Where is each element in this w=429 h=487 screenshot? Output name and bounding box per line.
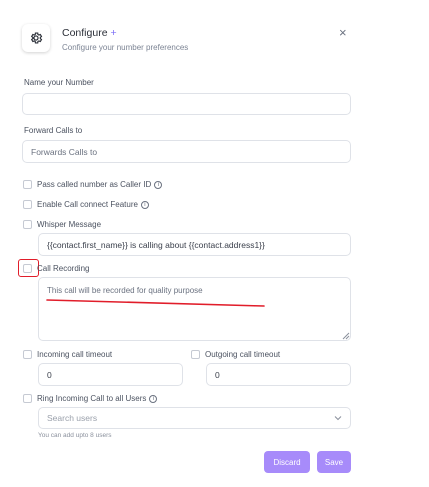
whisper-checkbox[interactable] <box>23 220 32 229</box>
call-connect-checkbox[interactable] <box>23 200 32 209</box>
outgoing-timeout-input[interactable]: 0 <box>206 363 351 386</box>
call-recording-textarea[interactable]: This call will be recorded for quality p… <box>38 277 351 341</box>
pass-caller-id-label: Pass called number as Caller ID <box>37 180 152 189</box>
name-label: Name your Number <box>24 78 94 87</box>
incoming-timeout-checkbox[interactable] <box>23 350 32 359</box>
info-icon: i <box>140 200 149 209</box>
info-icon: i <box>149 394 158 403</box>
helper-text: You can add upto 8 users <box>38 432 112 439</box>
whisper-input-value: {{contact.first_name}} is calling about … <box>47 239 265 250</box>
resize-handle-icon[interactable] <box>340 330 350 340</box>
info-icon: i <box>154 180 163 189</box>
incoming-timeout-label: Incoming call timeout <box>37 350 113 359</box>
pass-caller-id-row: Pass called number as Caller ID i <box>37 180 163 189</box>
pass-caller-id-checkbox[interactable] <box>23 180 32 189</box>
settings-icon-box <box>22 24 50 52</box>
save-button[interactable]: Save <box>317 451 351 473</box>
discard-button[interactable]: Discard <box>264 451 310 473</box>
search-users-select[interactable]: Search users <box>38 407 351 429</box>
outgoing-timeout-value: 0 <box>215 369 220 380</box>
incoming-timeout-input[interactable]: 0 <box>38 363 183 386</box>
name-input[interactable] <box>22 93 351 115</box>
close-icon[interactable]: × <box>339 26 347 39</box>
gear-icon <box>30 32 43 44</box>
title-plus: + <box>110 27 117 39</box>
ring-all-checkbox[interactable] <box>23 394 32 403</box>
page-subtitle: Configure your number preferences <box>62 43 189 52</box>
chevron-down-icon <box>334 416 342 421</box>
forward-input-placeholder: Forwards Calls to <box>31 146 98 157</box>
annotation-box <box>18 259 39 277</box>
outgoing-timeout-checkbox[interactable] <box>191 350 200 359</box>
search-users-placeholder: Search users <box>47 413 98 423</box>
ring-all-label: Ring Incoming Call to all Users <box>37 394 147 403</box>
annotation-underline <box>46 299 265 307</box>
call-connect-row: Enable Call connect Feature i <box>37 200 149 209</box>
forward-input[interactable]: Forwards Calls to <box>22 140 351 163</box>
ring-all-row: Ring Incoming Call to all Users i <box>37 394 158 403</box>
whisper-label: Whisper Message <box>37 220 102 229</box>
call-connect-label: Enable Call connect Feature <box>37 200 138 209</box>
call-recording-text: This call will be recorded for quality p… <box>47 286 203 295</box>
outgoing-timeout-label: Outgoing call timeout <box>205 350 281 359</box>
page-title: Configure + <box>62 27 117 39</box>
forward-label: Forward Calls to <box>24 126 83 135</box>
whisper-input[interactable]: {{contact.first_name}} is calling about … <box>38 233 351 256</box>
title-text: Configure <box>62 27 108 39</box>
incoming-timeout-value: 0 <box>47 369 52 380</box>
call-recording-label: Call Recording <box>37 264 90 273</box>
